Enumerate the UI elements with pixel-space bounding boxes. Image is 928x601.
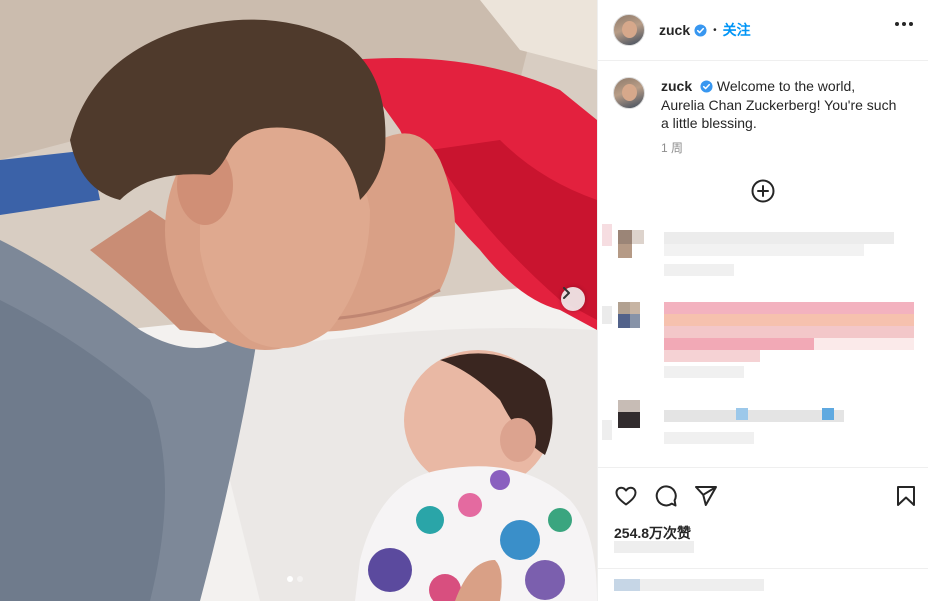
obscured-comments	[602, 224, 914, 444]
post-actions-bar: 254.8万次赞	[598, 467, 928, 557]
avatar[interactable]	[613, 14, 645, 46]
caption-text-block: zuck Welcome to the world, Aurelia Chan …	[661, 77, 901, 133]
separator-dot: •	[713, 24, 717, 36]
carousel-indicator	[287, 576, 303, 582]
paper-plane-icon[interactable]	[694, 484, 718, 508]
carousel-dot	[297, 576, 303, 582]
dot	[895, 22, 899, 26]
caption: zuck Welcome to the world, Aurelia Chan …	[613, 77, 913, 133]
post-photo[interactable]	[0, 0, 597, 601]
more-options-icon[interactable]	[895, 22, 913, 26]
carousel-dot	[287, 576, 293, 582]
carousel-next-button[interactable]	[561, 287, 585, 311]
likes-count[interactable]: 254.8万次赞	[614, 523, 691, 543]
instagram-post: zuck • 关注 zuck Welcome to the world, Aur…	[0, 0, 928, 601]
photo-illustration	[0, 0, 597, 601]
avatar[interactable]	[613, 77, 645, 109]
verified-badge-icon	[694, 23, 707, 37]
follow-button[interactable]: 关注	[723, 20, 751, 40]
author-username[interactable]: zuck	[659, 22, 690, 38]
obscured-text	[614, 579, 764, 591]
post-side-panel: zuck • 关注 zuck Welcome to the world, Aur…	[597, 0, 928, 601]
heart-icon[interactable]	[614, 484, 638, 508]
post-header: zuck • 关注	[598, 0, 928, 61]
caption-username[interactable]: zuck	[661, 78, 692, 94]
caption-body: Welcome to the world, Aurelia Chan Zucke…	[661, 78, 897, 131]
comment-bubble-icon[interactable]	[654, 484, 678, 508]
add-comment-bar[interactable]	[598, 568, 928, 601]
obscured-text	[614, 541, 694, 553]
plus-circle-icon[interactable]	[751, 179, 775, 203]
dot	[909, 22, 913, 26]
chevron-right-icon	[563, 287, 570, 299]
bookmark-icon[interactable]	[894, 484, 918, 508]
dot	[902, 22, 906, 26]
post-timestamp[interactable]: 1 周	[661, 139, 683, 156]
verified-badge-icon	[700, 80, 713, 93]
